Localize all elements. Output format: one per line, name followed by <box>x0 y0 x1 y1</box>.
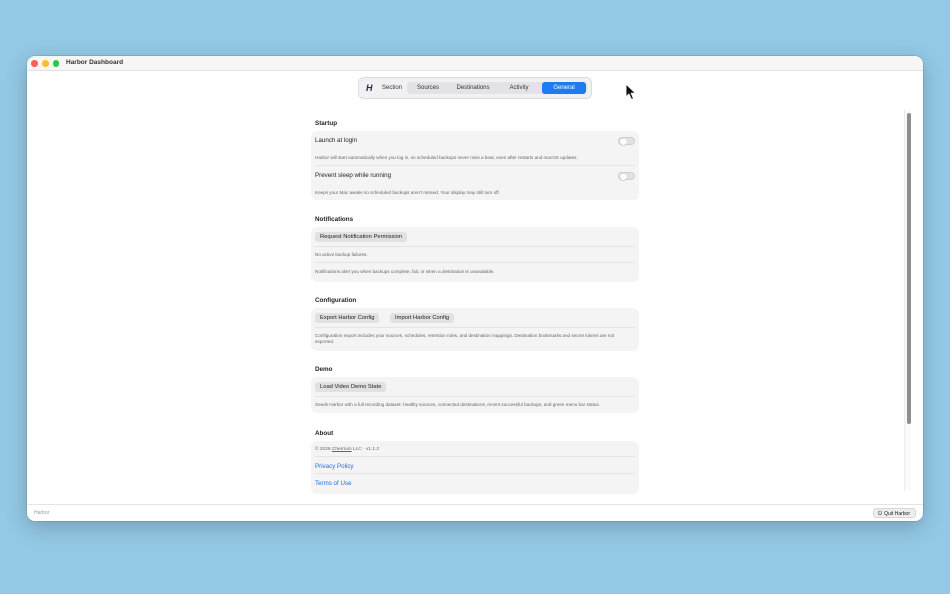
launch-at-login-label: Launch at login <box>315 137 357 144</box>
power-icon: ⏻ <box>877 511 883 517</box>
about-card: © 2026 Cherrium LLC · v1.1.2 Privacy Pol… <box>311 441 639 494</box>
toggle-knob <box>620 138 627 145</box>
divider <box>315 396 635 397</box>
copyright-year: © 2026 <box>315 447 331 452</box>
about-section-title: About <box>315 430 334 437</box>
section-label: Section <box>382 85 403 91</box>
launch-at-login-note: Harbor will start automatically when you… <box>315 155 578 160</box>
tab-sources[interactable]: Sources <box>407 82 449 94</box>
export-config-button[interactable]: Export Harbor Config <box>315 313 380 323</box>
notifications-note: Notifications alert you when backups com… <box>315 269 495 274</box>
footer-app-label: Harbor <box>34 510 50 516</box>
import-config-button[interactable]: Import Harbor Config <box>390 313 455 323</box>
notifications-card: Request Notification Permission No activ… <box>311 227 639 282</box>
harbor-logo-icon: H <box>366 83 373 93</box>
section-tabs: Sources Destinations Activity General <box>407 82 587 94</box>
divider <box>315 456 635 457</box>
section-nav: H Section Sources Destinations Activity … <box>358 77 592 99</box>
toggle-knob <box>620 173 627 180</box>
startup-card: Launch at login Harbor will start automa… <box>311 131 639 200</box>
demo-note: Seeds Harbor with a full recording datas… <box>315 402 600 407</box>
demo-section-title: Demo <box>315 366 333 373</box>
notification-status: No active backup failures. <box>315 252 368 257</box>
request-notification-permission-button[interactable]: Request Notification Permission <box>315 232 408 242</box>
divider <box>315 473 635 474</box>
divider <box>315 165 635 166</box>
divider <box>315 262 635 263</box>
minimize-window-button[interactable] <box>42 60 49 67</box>
demo-card: Load Video Demo State Seeds Harbor with … <box>311 377 639 413</box>
mouse-pointer-icon <box>625 83 636 100</box>
configuration-section-title: Configuration <box>315 297 357 304</box>
launch-at-login-toggle[interactable] <box>618 137 635 145</box>
divider <box>315 246 635 247</box>
window-title: Harbor Dashboard <box>66 59 124 66</box>
company-link[interactable]: Cherrium <box>332 447 352 452</box>
tab-general[interactable]: General <box>542 82 586 94</box>
scrollbar-thumb[interactable] <box>906 113 911 424</box>
divider <box>315 327 635 328</box>
quit-harbor-label: Quit Harbor <box>884 511 910 517</box>
footer-bar: Harbor ⏻ Quit Harbor <box>27 504 923 521</box>
startup-section-title: Startup <box>315 120 338 127</box>
prevent-sleep-note: Keeps your Mac awake so scheduled backup… <box>315 190 500 195</box>
copyright-text: © 2026 Cherrium LLC · v1.1.2 <box>315 447 379 452</box>
app-window: Harbor Dashboard H Section Sources Desti… <box>27 56 923 521</box>
tab-activity[interactable]: Activity <box>497 82 541 94</box>
privacy-policy-link[interactable]: Privacy Policy <box>315 463 354 470</box>
title-bar: Harbor Dashboard <box>27 56 923 71</box>
vertical-scrollbar[interactable] <box>904 110 911 491</box>
configuration-note: Configuration export includes your sourc… <box>315 333 615 344</box>
terms-of-use-link[interactable]: Terms of Use <box>315 480 351 487</box>
close-window-button[interactable] <box>31 60 38 67</box>
prevent-sleep-label: Prevent sleep while running <box>315 172 392 179</box>
prevent-sleep-toggle[interactable] <box>618 172 635 180</box>
configuration-card: Export Harbor Config Import Harbor Confi… <box>311 308 639 351</box>
quit-harbor-button[interactable]: ⏻ Quit Harbor <box>872 508 916 518</box>
load-demo-state-button[interactable]: Load Video Demo State <box>315 382 387 392</box>
zoom-window-button[interactable] <box>52 60 59 67</box>
copyright-version: LLC · v1.1.2 <box>352 447 380 452</box>
notifications-section-title: Notifications <box>315 216 354 223</box>
tab-destinations[interactable]: Destinations <box>449 82 497 94</box>
